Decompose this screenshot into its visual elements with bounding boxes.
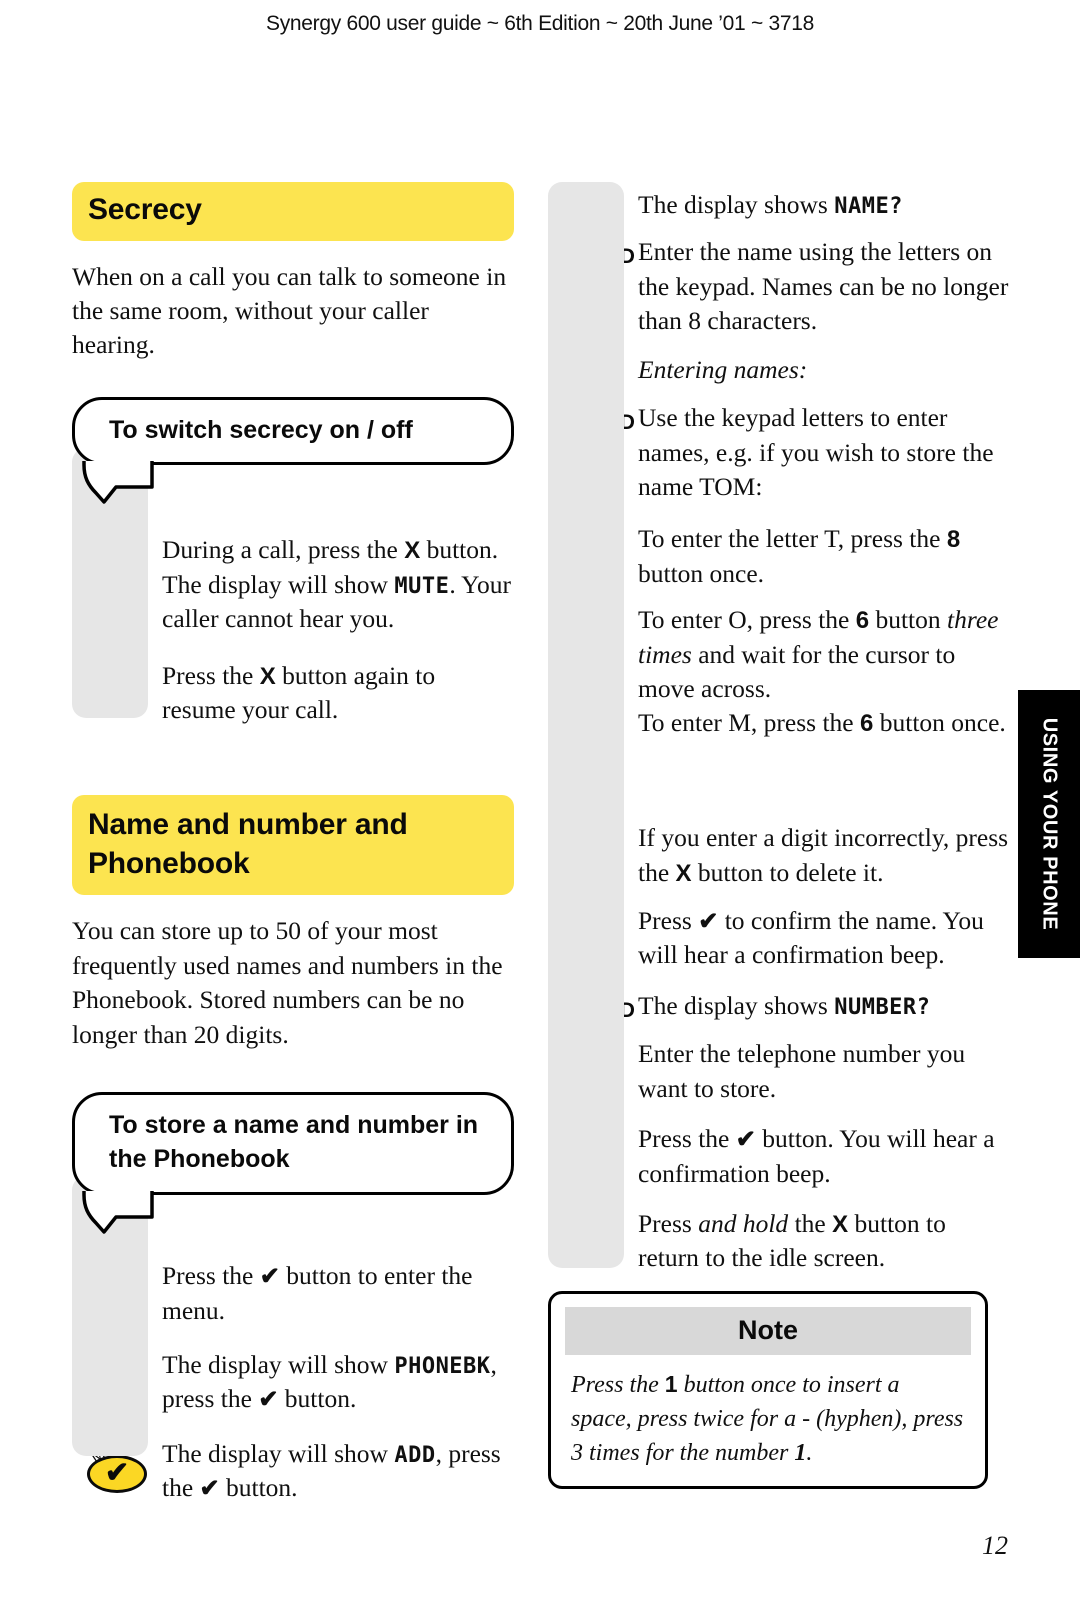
check-icon: ✔ — [104, 1457, 130, 1490]
step-text: To enter M, press the 6 button once. — [638, 708, 1006, 738]
step-text: Press the ✔ button. You will hear a conf… — [638, 1124, 995, 1188]
phonebook-intro-paragraph: You can store up to 50 of your most freq… — [72, 916, 503, 1049]
step-text: Entering names: — [638, 354, 808, 384]
running-header: Synergy 600 user guide ~ 6th Edition ~ 2… — [266, 12, 814, 35]
step-text: Use the keypad letters to enter names, e… — [638, 403, 994, 501]
callout-bubble-text: To switch secrecy on / off — [72, 396, 514, 466]
side-tab-label: USING YOUR PHONE — [1038, 717, 1061, 931]
step-text: Enter the telephone number you want to s… — [638, 1039, 966, 1103]
step-text: The display shows NUMBER? — [638, 990, 931, 1020]
callout-store-name: To store a name and number in the Phonebo… — [72, 1092, 514, 1234]
step-text: Press ✔ to confirm the name. You will he… — [638, 906, 984, 970]
step-text: The display will show PHONEBK, press the… — [162, 1350, 497, 1414]
callout-tail-icon — [82, 1191, 154, 1234]
note-title: Note — [565, 1307, 971, 1355]
section-side-tab: USING YOUR PHONE — [1018, 690, 1080, 958]
section-heading-secrecy: Secrecy — [72, 182, 514, 241]
step-text: During a call, press the X button. The d… — [162, 535, 511, 634]
page-number: 12 — [982, 1531, 1008, 1560]
step-text: If you enter a digit incorrectly, press … — [638, 823, 1009, 887]
step-text: Enter the name using the letters on the … — [638, 237, 1009, 336]
button-rail-right — [548, 182, 624, 1268]
note-box: Note Press the 1 button once to insert a… — [548, 1291, 988, 1490]
callout-bubble-text: To store a name and number in the Phonebo… — [72, 1092, 514, 1196]
secrecy-intro-paragraph: When on a call you can talk to someone i… — [72, 261, 507, 360]
step-text: To enter the letter T, press the 8 butto… — [638, 524, 961, 588]
step-text: To enter O, press the 6 button three tim… — [638, 605, 999, 704]
manual-page: Synergy 600 user guide ~ 6th Edition ~ 2… — [0, 0, 1080, 1599]
step-text: The display shows NAME? — [638, 190, 903, 219]
section-heading-phonebook: Name and number and Phonebook — [72, 795, 514, 896]
step-text: Press the X button again to resume your … — [162, 660, 436, 725]
note-body: Press the 1 button once to insert a spac… — [571, 1371, 964, 1467]
callout-switch-secrecy: To switch secrecy on / off — [72, 396, 514, 505]
step-text: Press the ✔ button to enter the menu. — [162, 1261, 473, 1325]
callout-tail-icon — [82, 461, 154, 505]
step-text: The display will show ADD, press the ✔ b… — [162, 1438, 501, 1503]
step-text: Press and hold the X button to return to… — [638, 1209, 946, 1273]
